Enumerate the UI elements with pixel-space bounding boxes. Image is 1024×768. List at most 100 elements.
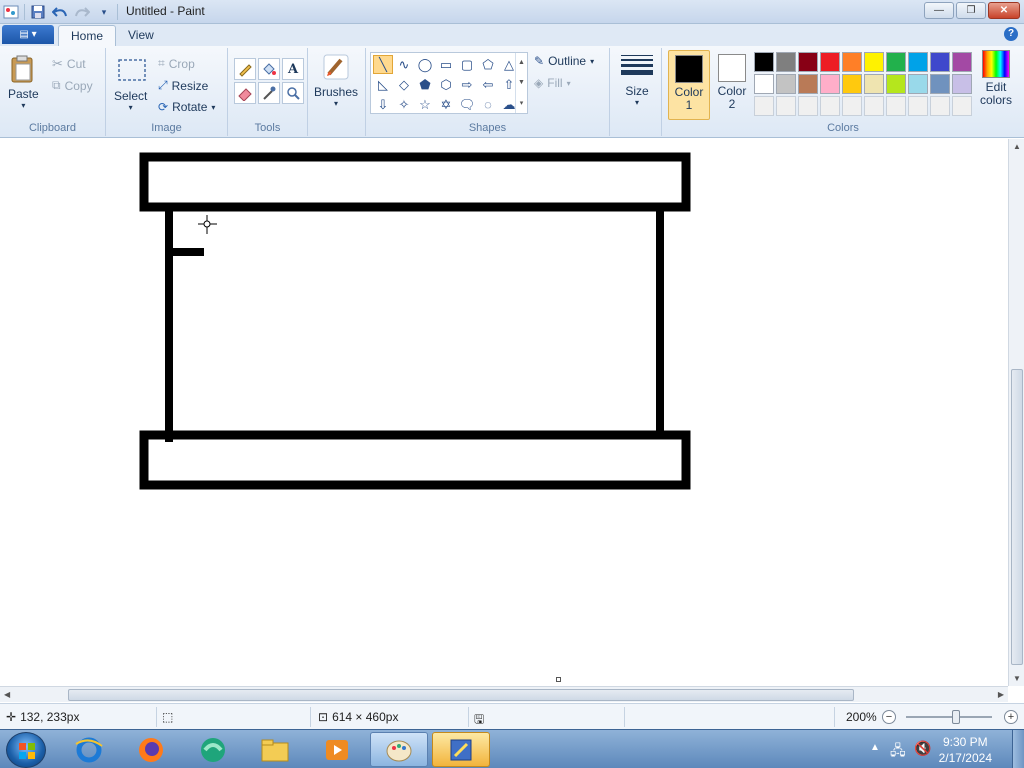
scroll-left-icon[interactable]: ◀: [4, 690, 10, 699]
six-point-star-shape-icon[interactable]: ✡: [436, 95, 456, 114]
undo-icon[interactable]: [51, 3, 69, 21]
diamond-shape-icon[interactable]: ◇: [394, 75, 414, 94]
expand-gallery-icon[interactable]: ▾: [520, 99, 524, 107]
network-icon[interactable]: 🖧: [890, 740, 906, 764]
pinned-app-icon[interactable]: [432, 732, 490, 767]
five-point-star-shape-icon[interactable]: ☆: [415, 95, 435, 114]
close-button[interactable]: ✕: [988, 2, 1020, 19]
rounded-rectangle-shape-icon[interactable]: ▢: [457, 55, 477, 74]
down-arrow-shape-icon[interactable]: ⇩: [373, 95, 393, 114]
scroll-down-icon[interactable]: ▼: [518, 79, 525, 86]
palette-color-swatch[interactable]: [908, 52, 928, 72]
copy-button[interactable]: ⧉ Copy: [52, 78, 93, 93]
palette-color-swatch[interactable]: [864, 52, 884, 72]
show-desktop-button[interactable]: [1012, 730, 1024, 768]
palette-color-swatch[interactable]: [798, 96, 818, 116]
palette-color-swatch[interactable]: [952, 96, 972, 116]
paint-taskbar-icon[interactable]: [370, 732, 428, 767]
right-arrow-shape-icon[interactable]: ⇨: [457, 75, 477, 94]
palette-color-swatch[interactable]: [930, 96, 950, 116]
drawing-canvas[interactable]: [0, 139, 1008, 686]
scroll-right-icon[interactable]: ▶: [998, 690, 1004, 699]
color1-button[interactable]: Color 1: [668, 50, 710, 120]
zoom-in-button[interactable]: +: [1004, 710, 1018, 724]
zoom-slider-track[interactable]: [906, 716, 992, 718]
customize-toolbar-chevron-icon[interactable]: ▾: [95, 3, 113, 21]
palette-color-swatch[interactable]: [842, 96, 862, 116]
eraser-icon[interactable]: [234, 82, 256, 104]
paint-app-icon[interactable]: [2, 3, 20, 21]
size-button[interactable]: Size ▾: [616, 52, 658, 118]
zoom-out-button[interactable]: −: [882, 710, 896, 724]
horizontal-scroll-thumb[interactable]: [68, 689, 854, 701]
palette-color-swatch[interactable]: [886, 74, 906, 94]
help-icon[interactable]: ?: [1004, 27, 1018, 41]
palette-color-swatch[interactable]: [754, 96, 774, 116]
color-picker-icon[interactable]: [258, 82, 280, 104]
horizontal-scrollbar[interactable]: ◀ ▶: [0, 686, 1008, 702]
palette-color-swatch[interactable]: [842, 52, 862, 72]
palette-color-swatch[interactable]: [820, 52, 840, 72]
pencil-icon[interactable]: [234, 58, 256, 80]
oval-shape-icon[interactable]: ◯: [415, 55, 435, 74]
palette-color-swatch[interactable]: [930, 52, 950, 72]
hexagon-shape-icon[interactable]: ⬡: [436, 75, 456, 94]
edit-colors-button[interactable]: Edit colors: [976, 50, 1016, 107]
color2-button[interactable]: Color 2: [712, 50, 752, 120]
four-point-star-shape-icon[interactable]: ✧: [394, 95, 414, 114]
restore-button[interactable]: ❐: [956, 2, 986, 19]
select-button[interactable]: Select ▾: [114, 56, 147, 112]
line-shape-icon[interactable]: ╲: [373, 55, 393, 74]
canvas-workspace[interactable]: [0, 139, 1008, 686]
fill-bucket-icon[interactable]: [258, 58, 280, 80]
outline-button[interactable]: ✎ Outline ▾: [534, 54, 594, 68]
palette-color-swatch[interactable]: [776, 52, 796, 72]
tab-home[interactable]: Home: [58, 25, 117, 46]
palette-color-swatch[interactable]: [864, 74, 884, 94]
start-button[interactable]: [6, 732, 46, 768]
media-player-icon[interactable]: [308, 732, 366, 767]
palette-color-swatch[interactable]: [842, 74, 862, 94]
magnifier-icon[interactable]: [282, 82, 304, 104]
scroll-up-icon[interactable]: ▲: [1013, 142, 1021, 151]
rotate-button[interactable]: ⟳ Rotate ▾: [158, 100, 215, 114]
text-icon[interactable]: A: [282, 58, 304, 80]
pentagon-shape-icon[interactable]: ⬟: [415, 75, 435, 94]
edge-browser-icon[interactable]: [184, 732, 242, 767]
show-hidden-icons-button[interactable]: ▲: [870, 742, 880, 753]
scroll-up-icon[interactable]: ▲: [518, 59, 525, 66]
palette-color-swatch[interactable]: [798, 52, 818, 72]
left-arrow-shape-icon[interactable]: ⇦: [478, 75, 498, 94]
internet-explorer-icon[interactable]: [60, 732, 118, 767]
palette-color-swatch[interactable]: [754, 52, 774, 72]
polygon-shape-icon[interactable]: ⬠: [478, 55, 498, 74]
crop-button[interactable]: ⌗ Crop: [158, 56, 195, 71]
cut-button[interactable]: ✂ Cut: [52, 56, 86, 72]
firefox-icon[interactable]: [122, 732, 180, 767]
vertical-scroll-thumb[interactable]: [1011, 369, 1023, 665]
palette-color-swatch[interactable]: [798, 74, 818, 94]
file-explorer-icon[interactable]: [246, 732, 304, 767]
palette-color-swatch[interactable]: [930, 74, 950, 94]
paste-button[interactable]: Paste ▾: [8, 54, 39, 110]
palette-color-swatch[interactable]: [776, 74, 796, 94]
scroll-down-icon[interactable]: ▼: [1013, 674, 1021, 683]
zoom-slider-thumb[interactable]: [952, 710, 960, 724]
volume-muted-icon[interactable]: 🔇: [914, 740, 931, 757]
palette-color-swatch[interactable]: [820, 96, 840, 116]
tab-view[interactable]: View: [116, 25, 166, 46]
minimize-button[interactable]: —: [924, 2, 954, 19]
brushes-button[interactable]: Brushes ▾: [314, 52, 358, 108]
palette-color-swatch[interactable]: [754, 74, 774, 94]
palette-color-swatch[interactable]: [952, 74, 972, 94]
palette-color-swatch[interactable]: [886, 96, 906, 116]
shapes-scrollbar[interactable]: ▲ ▼ ▾: [515, 53, 527, 113]
save-icon[interactable]: [29, 3, 47, 21]
palette-color-swatch[interactable]: [908, 96, 928, 116]
palette-color-swatch[interactable]: [952, 52, 972, 72]
fill-button[interactable]: ◈ Fill ▾: [534, 76, 571, 90]
palette-color-swatch[interactable]: [864, 96, 884, 116]
paint-menu-button[interactable]: ▤ ▾: [2, 25, 54, 44]
redo-icon[interactable]: [73, 3, 91, 21]
vertical-scrollbar[interactable]: ▲ ▼: [1008, 139, 1024, 686]
